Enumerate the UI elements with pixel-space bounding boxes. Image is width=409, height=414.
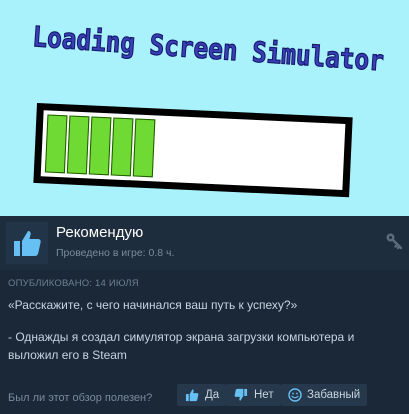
svg-text:Loading Screen Simulator: Loading Screen Simulator <box>32 20 385 77</box>
thumbs-up-icon <box>14 231 41 256</box>
no-button[interactable]: Нет <box>226 384 281 406</box>
playtime-text: Проведено в игре: 0.8 ч. <box>56 247 175 259</box>
funny-button[interactable]: Забавный <box>281 384 368 406</box>
review-paragraph: «Расскажите, с чего начинался ваш путь к… <box>8 298 298 312</box>
no-label: Нет <box>254 389 274 401</box>
loading-segment <box>88 116 112 176</box>
recommended-badge <box>6 222 48 264</box>
review-paragraph: - Однажды я создал симулятор экрана загр… <box>8 330 355 362</box>
loading-segment <box>132 118 156 178</box>
thumbs-up-icon <box>185 389 199 402</box>
recommendation-label: Рекомендую <box>56 224 144 241</box>
smiley-icon <box>288 388 302 402</box>
yes-button[interactable]: Да <box>177 384 227 406</box>
yes-label: Да <box>205 389 220 401</box>
review-panel: Рекомендую Проведено в игре: 0.8 ч. ОПУБ… <box>0 216 409 414</box>
key-icon[interactable] <box>385 232 403 250</box>
loading-segment <box>110 117 134 177</box>
banner-title: Loading Screen Simulator <box>31 19 386 78</box>
game-banner: Loading Screen Simulator <box>0 0 409 216</box>
loading-bar-track <box>40 110 346 190</box>
funny-label: Забавный <box>307 389 361 401</box>
loading-bar <box>33 103 353 198</box>
thumbs-down-icon <box>234 388 248 401</box>
helpful-question: Был ли этот обзор полезен? <box>8 392 153 404</box>
review-header: Рекомендую Проведено в игре: 0.8 ч. <box>0 216 409 270</box>
loading-segment <box>44 114 68 174</box>
review-body: «Расскажите, с чего начинался ваш путь к… <box>8 296 403 364</box>
published-date: ОПУБЛИКОВАНО: 14 ИЮЛЯ <box>8 278 139 289</box>
loading-segment <box>66 115 90 175</box>
